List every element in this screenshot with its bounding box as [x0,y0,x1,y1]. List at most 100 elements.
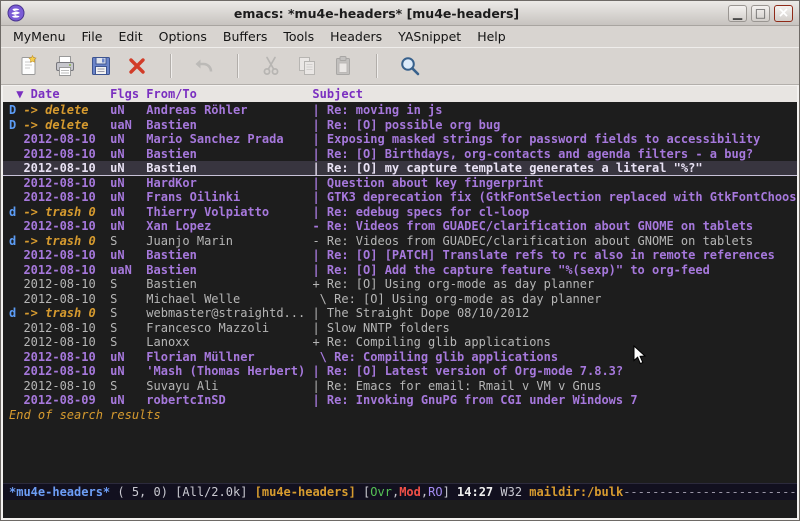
message-row[interactable]: 2012-08-10 uN Bastien | Re: [O] my captu… [3,161,797,176]
undo-button[interactable] [187,51,221,81]
menu-file[interactable]: File [74,27,111,46]
mark-indicator: D [9,118,23,132]
message-row[interactable]: 2012-08-10 uN Frans Oilinki | GTK3 depre… [3,190,797,205]
message-from: Florian Müllner [146,350,312,364]
message-from: Bastien [146,147,312,161]
message-from: Bastien [146,118,312,132]
message-date: 2012-08-10 [23,161,110,175]
message-subject: | Re: [O] possible org bug [312,118,500,132]
modeline-segment-buffer: *mu4e-headers* [9,485,110,499]
menu-yasnippet[interactable]: YASnippet [390,27,469,46]
message-flags: uN [110,132,146,146]
message-date: 2012-08-09 [23,393,110,407]
menu-help[interactable]: Help [469,27,514,46]
message-row[interactable]: d -> trash 0 S webmaster@straightd... | … [3,306,797,321]
modeline-segment-plain: W32 [493,485,529,499]
message-subject: | Slow NNTP folders [312,321,449,335]
menu-headers[interactable]: Headers [322,27,390,46]
mark-indicator [9,393,23,407]
message-row[interactable]: 2012-08-10 S Bastien + Re: [O] Using org… [3,277,797,292]
mark-label: -> trash 0 [23,306,110,320]
message-date: 2012-08-10 [23,219,110,233]
toolbar-separator [237,54,238,78]
search-button[interactable] [393,51,427,81]
paste-button[interactable] [326,51,360,81]
menu-buffers[interactable]: Buffers [215,27,275,46]
message-flags: S [110,321,146,335]
message-flags: uN [110,161,146,175]
message-row[interactable]: 2012-08-10 S Suvayu Ali | Re: Emacs for … [3,379,797,394]
message-row[interactable]: 2012-08-09 uN robertcInSD | Re: Invoking… [3,393,797,408]
header-line[interactable]: ▼ Date Flgs From/To Subject [3,86,797,102]
menu-mymenu[interactable]: MyMenu [5,27,74,46]
message-row[interactable]: D -> delete uN Andreas Röhler | Re: movi… [3,103,797,118]
message-row[interactable]: d -> trash 0 S Juanjo Marin - Re: Videos… [3,234,797,249]
minimize-button[interactable]: ▁ [728,5,747,22]
toolbar [1,47,799,85]
copy-button[interactable] [290,51,324,81]
message-date: 2012-08-10 [23,379,110,393]
title-bar[interactable]: emacs: *mu4e-headers* [mu4e-headers] ▁ □… [1,1,799,26]
message-subject: \ Re: Compiling glib applications [312,350,558,364]
modeline-segment-mode: [mu4e-headers] [255,485,356,499]
message-row[interactable]: 2012-08-10 S Francesco Mazzoli | Slow NN… [3,321,797,336]
message-flags: S [110,306,146,320]
message-date: 2012-08-10 [23,350,110,364]
message-row[interactable]: 2012-08-10 uN Bastien | Re: [O] Birthday… [3,147,797,162]
message-date: 2012-08-10 [23,335,110,349]
message-subject: + Re: [O] Using org-mode as day planner [312,277,594,291]
message-from: Bastien [146,161,312,175]
modeline-segment-dashes: ----------------------------------------… [623,485,797,499]
message-date: 2012-08-10 [23,190,110,204]
emacs-window: emacs: *mu4e-headers* [mu4e-headers] ▁ □… [0,0,800,521]
message-subject: | Re: [O] my capture template generates … [312,161,702,175]
modeline-segment-mod: Mod [399,485,421,499]
menu-options[interactable]: Options [151,27,215,46]
message-row[interactable]: D -> delete uaN Bastien | Re: [O] possib… [3,118,797,133]
message-subject: | Question about key fingerprint [312,176,543,190]
message-row[interactable]: 2012-08-10 S Lanoxx + Re: Compiling glib… [3,335,797,350]
mark-label: -> trash 0 [23,205,110,219]
message-row[interactable]: 2012-08-10 uN Xan Lopez - Re: Videos fro… [3,219,797,234]
message-subject: | Re: [O] Add the capture feature "%(sex… [312,263,709,277]
mark-label: -> trash 0 [23,234,110,248]
message-date: 2012-08-10 [23,147,110,161]
mark-indicator [9,219,23,233]
message-from: Andreas Röhler [146,103,312,117]
message-row[interactable]: 2012-08-10 S Michael Welle \ Re: [O] Usi… [3,292,797,307]
minibuffer[interactable] [3,500,797,518]
mark-indicator: d [9,234,23,248]
message-row[interactable]: d -> trash 0 uN Thierry Volpiatto | Re: … [3,205,797,220]
save-button[interactable] [84,51,118,81]
message-from: Bastien [146,263,312,277]
modeline-segment-plain: ] [443,485,457,499]
maximize-button[interactable]: □ [751,5,770,22]
cut-button[interactable] [254,51,288,81]
message-row[interactable]: 2012-08-10 uN 'Mash (Thomas Herbert) | R… [3,364,797,379]
print-button[interactable] [48,51,82,81]
message-row[interactable]: 2012-08-10 uN Mario Sanchez Prada | Expo… [3,132,797,147]
new-file-button[interactable] [12,51,46,81]
message-from: Thierry Volpiatto [146,205,312,219]
close-button[interactable] [120,51,154,81]
mode-line[interactable]: *mu4e-headers* ( 5, 0) [All/2.0k] [mu4e-… [3,483,797,500]
mark-indicator [9,132,23,146]
message-from: Bastien [146,248,312,262]
menu-tools[interactable]: Tools [275,27,322,46]
message-date: 2012-08-10 [23,132,110,146]
close-button[interactable]: × [774,5,793,22]
message-flags: S [110,379,146,393]
message-subject: | Re: edebug specs for cl-loop [312,205,529,219]
message-row[interactable]: 2012-08-10 uN Florian Müllner \ Re: Comp… [3,350,797,365]
message-from: Michael Welle [146,292,312,306]
headers-buffer[interactable]: D -> delete uN Andreas Röhler | Re: movi… [3,102,797,483]
message-row[interactable]: 2012-08-10 uaN Bastien | Re: [O] Add the… [3,263,797,278]
message-row[interactable]: 2012-08-10 uN HardKor | Question about k… [3,176,797,191]
message-flags: uaN [110,263,146,277]
menu-edit[interactable]: Edit [110,27,150,46]
mark-indicator [9,321,23,335]
message-flags: uN [110,393,146,407]
message-flags: uN [110,205,146,219]
message-subject: | Re: Emacs for email: Rmail v VM v Gnus [312,379,601,393]
message-row[interactable]: 2012-08-10 uN Bastien | Re: [O] [PATCH] … [3,248,797,263]
